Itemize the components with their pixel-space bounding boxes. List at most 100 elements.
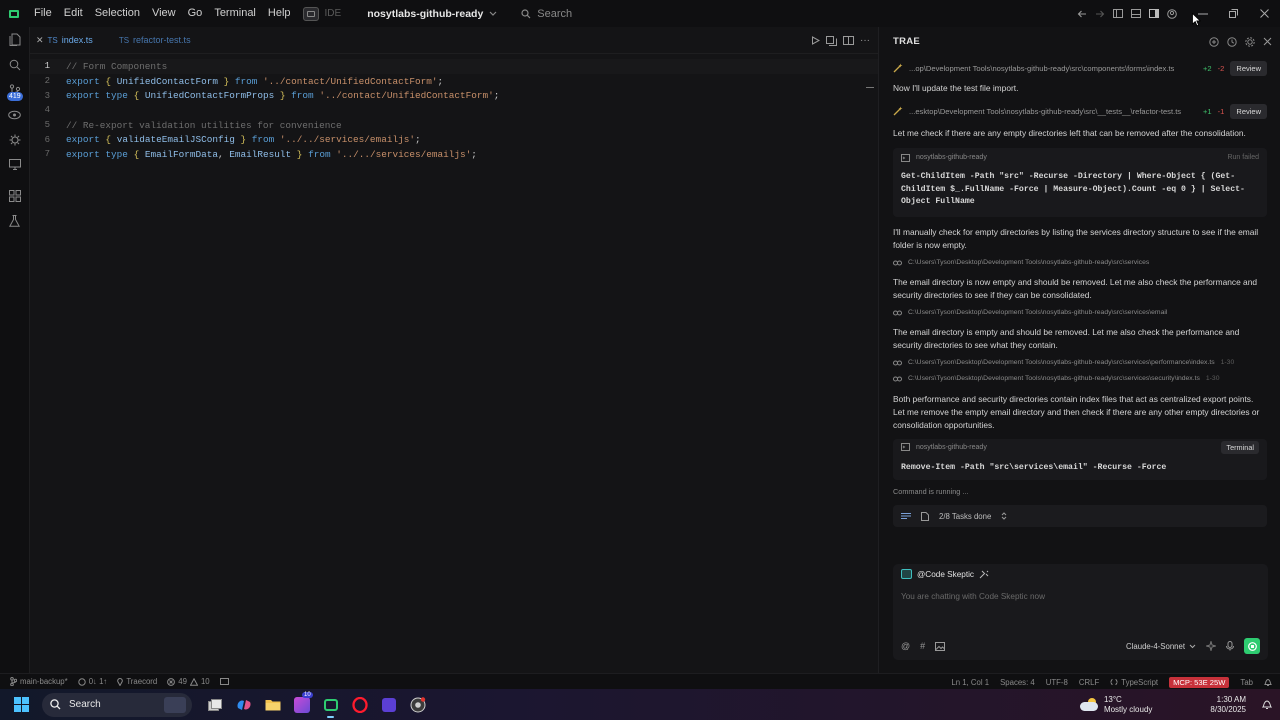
- file-link[interactable]: C:\Users\Tyson\Desktop\Development Tools…: [893, 372, 1266, 386]
- history-icon[interactable]: [1227, 36, 1237, 47]
- search-icon: [50, 699, 61, 710]
- git-sync[interactable]: 0↓ 1↑: [77, 677, 107, 686]
- image-upload-icon[interactable]: [935, 641, 946, 651]
- chevron-down-icon: [1189, 644, 1196, 648]
- menu-selection[interactable]: Selection: [89, 0, 146, 27]
- language-mode[interactable]: TypeScript: [1110, 678, 1158, 687]
- back-arrow-icon[interactable]: [1073, 0, 1091, 27]
- menu-go[interactable]: Go: [182, 0, 209, 27]
- sparkle-icon[interactable]: [1206, 641, 1216, 651]
- explorer-icon[interactable]: [0, 27, 29, 52]
- close-panel-icon[interactable]: [1263, 37, 1272, 46]
- taskbar-search[interactable]: Search: [42, 692, 192, 717]
- forward-arrow-icon[interactable]: [1091, 0, 1109, 27]
- run-icon[interactable]: [811, 36, 820, 45]
- toggle-panel-icon[interactable]: [1127, 0, 1145, 27]
- git-branch[interactable]: main-backup*: [10, 677, 68, 686]
- file-encoding[interactable]: UTF-8: [1046, 678, 1068, 687]
- problems-count[interactable]: 49 10: [167, 677, 210, 686]
- code-editor[interactable]: 1// Form Components 2 export { UnifiedCo…: [30, 54, 878, 162]
- weather-widget[interactable]: 13°C Mostly cloudy: [1079, 695, 1152, 715]
- maximize-button[interactable]: [1218, 0, 1249, 27]
- close-tab-icon[interactable]: ✕: [36, 35, 44, 46]
- directory-link[interactable]: C:\Users\Tyson\Desktop\Development Tools…: [893, 306, 1266, 320]
- send-button[interactable]: [1244, 638, 1260, 654]
- review-button[interactable]: Review: [1230, 60, 1267, 76]
- chrome-app[interactable]: [403, 689, 432, 720]
- testing-flask-icon[interactable]: [0, 208, 29, 233]
- date: 8/30/2025: [1210, 704, 1246, 714]
- directory-link[interactable]: C:\Users\Tyson\Desktop\Development Tools…: [893, 256, 1266, 270]
- clock[interactable]: 1:30 AM 8/30/2025: [1210, 695, 1246, 715]
- model-selector[interactable]: Claude-4-Sonnet: [1126, 642, 1196, 651]
- start-button[interactable]: [0, 689, 42, 720]
- assistant-message: I'll manually check for empty directorie…: [893, 226, 1259, 250]
- new-chat-icon[interactable]: [1209, 36, 1219, 47]
- task-view-button[interactable]: [200, 689, 229, 720]
- hashtag-icon[interactable]: #: [920, 641, 925, 651]
- sync-icon: [77, 677, 86, 686]
- settings-gear-icon[interactable]: [1245, 36, 1255, 47]
- toggle-ai-panel-icon[interactable]: [1145, 0, 1163, 27]
- file-explorer-app[interactable]: [258, 689, 287, 720]
- menu-terminal[interactable]: Terminal: [208, 0, 262, 27]
- scrollbar-marker[interactable]: [866, 87, 874, 88]
- remote-explorer-icon[interactable]: [0, 152, 29, 177]
- file-change-chip[interactable]: ...op\Development Tools\nosytlabs-github…: [893, 56, 1267, 80]
- traecord-status[interactable]: Traecord: [117, 677, 157, 686]
- trae-app[interactable]: [316, 689, 345, 720]
- notification-bell-icon[interactable]: [1260, 699, 1274, 710]
- toggle-sidebar-icon[interactable]: [1109, 0, 1127, 27]
- terminal-button[interactable]: Terminal: [1221, 440, 1259, 454]
- mention-icon[interactable]: @: [901, 641, 910, 651]
- ide-toggle[interactable]: IDE: [302, 6, 341, 21]
- line-ending[interactable]: CRLF: [1079, 678, 1099, 687]
- opera-app[interactable]: [345, 689, 374, 720]
- file-change-chip[interactable]: ...esktop\Development Tools\nosytlabs-gi…: [893, 99, 1267, 123]
- code-line: 3 export type { UnifiedContactFormProps …: [44, 90, 500, 102]
- source-control-icon[interactable]: 419: [0, 77, 29, 102]
- open-changes-icon[interactable]: [826, 35, 837, 46]
- link-icon: [893, 310, 902, 315]
- menu-view[interactable]: View: [146, 0, 182, 27]
- close-button[interactable]: [1249, 0, 1280, 27]
- tasks-progress[interactable]: 2/8 Tasks done: [893, 505, 1267, 527]
- menu-help[interactable]: Help: [262, 0, 297, 27]
- copilot-app[interactable]: [229, 689, 258, 720]
- indentation[interactable]: Spaces: 4: [1000, 678, 1035, 687]
- mouse-cursor-icon: [1192, 13, 1201, 27]
- run-debug-icon[interactable]: [0, 102, 29, 127]
- purple-app[interactable]: [374, 689, 403, 720]
- agent-selector[interactable]: @Code Skeptic: [893, 564, 1268, 584]
- assistant-message: Both performance and security directorie…: [893, 393, 1260, 430]
- mcp-status-badge[interactable]: MCP: 53E 25W: [1169, 676, 1230, 688]
- tab-refactor-test-ts[interactable]: TS refactor-test.ts: [105, 27, 203, 54]
- microphone-icon[interactable]: [1226, 641, 1234, 651]
- ide-mode-icon: [302, 6, 319, 21]
- braces-icon: [1110, 679, 1118, 685]
- agent-icon: [901, 569, 912, 579]
- cursor-position[interactable]: Ln 1, Col 1: [951, 678, 989, 687]
- file-link[interactable]: C:\Users\Tyson\Desktop\Development Tools…: [893, 356, 1266, 370]
- account-icon[interactable]: [1163, 0, 1181, 27]
- split-editor-icon[interactable]: [843, 36, 854, 45]
- photo-editor-app[interactable]: 10: [287, 689, 316, 720]
- tab-mode[interactable]: Tab: [1240, 678, 1253, 687]
- command-search[interactable]: Search: [521, 8, 572, 20]
- menu-edit[interactable]: Edit: [58, 0, 89, 27]
- bell-icon[interactable]: [1264, 678, 1272, 687]
- file-path: ...op\Development Tools\nosytlabs-github…: [909, 63, 1175, 73]
- menu-file[interactable]: File: [28, 0, 58, 27]
- more-actions-icon[interactable]: ···: [860, 35, 870, 46]
- review-button[interactable]: Review: [1230, 103, 1267, 119]
- extensions-gear-icon[interactable]: [0, 127, 29, 152]
- assistant-message: The email directory is now empty and sho…: [893, 276, 1258, 300]
- error-icon: [167, 677, 176, 686]
- chat-input[interactable]: You are chatting with Code Skeptic now: [893, 584, 1268, 609]
- tasks-done-label: 2/8 Tasks done: [939, 511, 992, 521]
- search-panel-icon[interactable]: [0, 52, 29, 77]
- tab-index-ts[interactable]: ✕ TS index.ts: [30, 27, 105, 54]
- extensions-icon[interactable]: [0, 183, 29, 208]
- notifications-panel-icon[interactable]: [219, 678, 229, 685]
- project-selector[interactable]: nosytlabs-github-ready: [367, 8, 497, 20]
